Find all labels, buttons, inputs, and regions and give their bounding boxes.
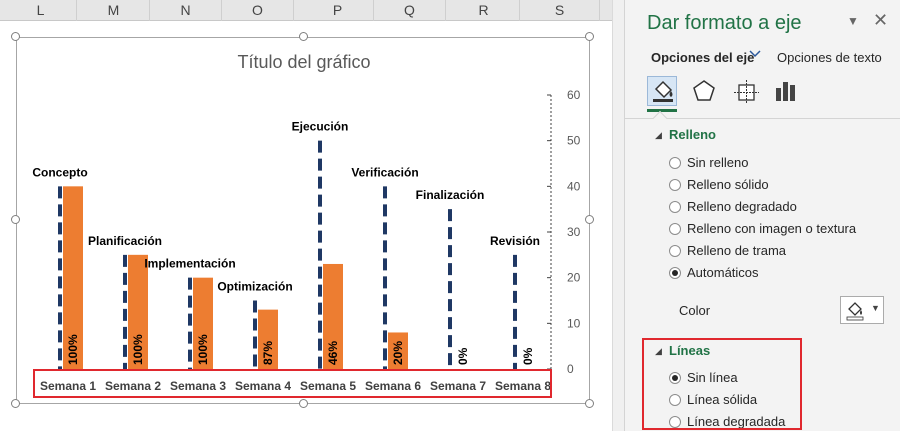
column-header-s[interactable]: S [520,0,600,21]
format-axis-pane: Dar formato a eje ▼ ✕ Opciones del eje O… [624,0,900,431]
value-axis-tick-label: 40 [567,179,581,193]
color-picker-button[interactable]: ▼ [840,296,884,324]
column-header-row: L M N O P Q R S [0,0,624,21]
collapse-triangle-icon[interactable]: ◢ [655,130,662,141]
radio-circle[interactable] [669,157,681,169]
radio-label: Relleno degradado [687,199,797,214]
tab-text-options[interactable]: Opciones de texto [777,50,882,65]
column-header-r[interactable]: R [448,0,520,21]
value-axis-tick-label: 30 [567,225,581,239]
phase-label: Planificación [88,234,162,248]
resize-handle-bottom[interactable] [299,399,308,408]
column-header-q[interactable]: Q [374,0,446,21]
pane-title: Dar formato a eje [647,12,802,34]
radio-circle[interactable] [669,179,681,191]
value-axis-tick-label: 10 [567,316,581,330]
bar-data-label: 0% [456,347,470,365]
resize-handle-top-right[interactable] [585,32,594,41]
pane-options-chevron-icon[interactable]: ▼ [847,14,859,28]
axis-selection-highlight [33,369,552,398]
chevron-down-icon[interactable]: ▼ [871,303,880,313]
bar-data-label: 100% [196,334,210,365]
close-icon[interactable]: ✕ [873,10,888,31]
phase-label: Finalización [416,188,485,202]
radio-label: Automáticos [687,265,759,280]
vertical-scrollbar[interactable] [612,0,624,431]
radio-circle[interactable] [669,201,681,213]
column-header-n[interactable]: N [150,0,222,21]
resize-handle-bottom-left[interactable] [11,399,20,408]
radio-label: Relleno sólido [687,177,769,192]
phase-label: Concepto [32,165,87,179]
bar-data-label: 0% [521,347,535,365]
radio-label: Sin relleno [687,155,749,170]
size-properties-icon[interactable] [731,76,761,106]
phase-label: Ejecución [292,120,349,134]
phase-label: Implementación [144,257,235,271]
section-fill-header[interactable]: Relleno [669,127,716,142]
radio-circle[interactable] [669,223,681,235]
resize-handle-bottom-right[interactable] [585,399,594,408]
value-axis-tick-label: 60 [567,88,581,102]
active-icon-indicator [647,109,677,112]
value-axis-tick-label: 50 [567,134,581,148]
resize-handle-left[interactable] [11,215,20,224]
resize-handle-right[interactable] [585,215,594,224]
tab-axis-options[interactable]: Opciones del eje [651,50,754,65]
phase-label: Revisión [490,234,540,248]
resize-handle-top-left[interactable] [11,32,20,41]
bar-data-label: 100% [66,334,80,365]
chart-area[interactable]: Título del gráfico 0 10 20 30 40 50 60 100% Conc… [16,37,590,404]
value-axis-tick-label: 20 [567,271,581,285]
radio-label: Relleno de trama [687,243,786,258]
value-axis-tick-label: 0 [567,362,574,376]
bar-data-label: 46% [326,341,340,365]
column-header-p[interactable]: P [302,0,374,21]
resize-handle-top[interactable] [299,32,308,41]
column-header-m[interactable]: M [78,0,150,21]
lines-section-highlight [642,338,802,430]
chart-plot[interactable]: 0102030405060100%ConceptoSemana 1100%Pla… [17,38,591,405]
effects-pentagon-icon[interactable] [689,76,719,106]
column-header-o[interactable]: O [222,0,294,21]
bar-data-label: 87% [261,341,275,365]
chevron-down-icon[interactable] [749,48,761,62]
radio-label: Relleno con imagen o textura [687,221,857,236]
bar-data-label: 20% [391,341,405,365]
radio-circle-selected[interactable] [669,267,681,279]
phase-label: Verificación [351,165,418,179]
pane-divider-pointer [652,110,668,126]
bar-data-label: 100% [131,334,145,365]
radio-circle[interactable] [669,245,681,257]
bar-chart-icon[interactable] [771,76,801,106]
column-header-l[interactable]: L [5,0,77,21]
phase-label: Optimización [217,280,292,294]
color-label: Color [679,303,711,318]
fill-line-icon[interactable] [647,76,677,106]
